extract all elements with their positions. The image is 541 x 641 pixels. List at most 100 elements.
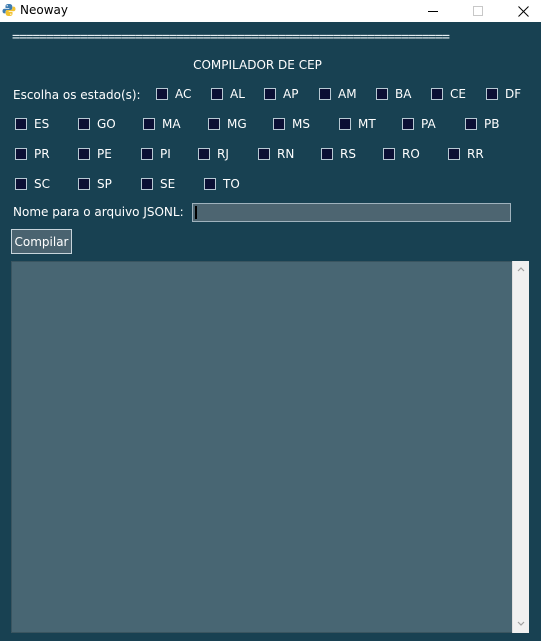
minimize-button[interactable]	[410, 0, 456, 22]
checkbox-box[interactable]	[78, 178, 90, 190]
scroll-up-icon[interactable]	[516, 264, 526, 274]
checkbox-label: RN	[277, 147, 295, 161]
checkbox-mg[interactable]: MG	[208, 116, 247, 132]
checkbox-ma[interactable]: MA	[143, 116, 181, 132]
checkbox-label: PB	[484, 117, 500, 131]
output-textarea[interactable]	[11, 261, 513, 633]
checkbox-label: AM	[338, 87, 357, 101]
filename-label: Nome para o arquivo JSONL:	[13, 205, 184, 219]
checkbox-label: PR	[34, 147, 50, 161]
states-label: Escolha os estado(s):	[13, 88, 141, 102]
checkbox-box[interactable]	[78, 118, 90, 130]
checkbox-pr[interactable]: PR	[15, 146, 50, 162]
checkbox-label: SE	[160, 177, 176, 191]
checkbox-box[interactable]	[273, 118, 285, 130]
checkbox-label: DF	[505, 87, 522, 101]
title-bar: Neoway	[0, 0, 541, 22]
checkbox-es[interactable]: ES	[15, 116, 49, 132]
checkbox-box[interactable]	[15, 178, 27, 190]
window-title: Neoway	[20, 3, 68, 17]
checkbox-ce[interactable]: CE	[431, 86, 466, 102]
checkbox-se[interactable]: SE	[141, 176, 175, 192]
checkbox-label: TO	[223, 177, 240, 191]
checkbox-box[interactable]	[258, 148, 270, 160]
checkbox-label: MA	[162, 117, 181, 131]
checkbox-pe[interactable]: PE	[78, 146, 112, 162]
checkbox-box[interactable]	[78, 148, 90, 160]
checkbox-label: BA	[395, 87, 412, 101]
checkbox-label: SP	[97, 177, 112, 191]
checkbox-label: MS	[292, 117, 310, 131]
checkbox-label: SC	[34, 177, 50, 191]
checkbox-ms[interactable]: MS	[273, 116, 310, 132]
checkbox-box[interactable]	[402, 118, 414, 130]
checkbox-label: RJ	[217, 147, 229, 161]
checkbox-pi[interactable]: PI	[141, 146, 171, 162]
checkbox-label: PI	[160, 147, 171, 161]
page-title: COMPILADOR DE CEP	[193, 58, 322, 72]
checkbox-box[interactable]	[204, 178, 216, 190]
checkbox-sp[interactable]: SP	[78, 176, 112, 192]
checkbox-box[interactable]	[376, 88, 388, 100]
minimize-icon	[428, 11, 438, 12]
filename-input[interactable]	[192, 203, 511, 222]
checkbox-pa[interactable]: PA	[402, 116, 436, 132]
python-icon	[2, 4, 16, 16]
checkbox-label: ES	[34, 117, 50, 131]
checkbox-ac[interactable]: AC	[156, 86, 191, 102]
checkbox-box[interactable]	[339, 118, 351, 130]
checkbox-box[interactable]	[141, 178, 153, 190]
checkbox-box[interactable]	[465, 118, 477, 130]
maximize-icon	[473, 6, 483, 16]
checkbox-box[interactable]	[211, 88, 223, 100]
checkbox-box[interactable]	[264, 88, 276, 100]
checkbox-label: GO	[97, 117, 116, 131]
checkbox-box[interactable]	[321, 148, 333, 160]
maximize-button[interactable]	[455, 0, 501, 22]
vertical-scrollbar[interactable]	[512, 261, 529, 633]
checkbox-box[interactable]	[431, 88, 443, 100]
checkbox-df[interactable]: DF	[486, 86, 521, 102]
checkbox-box[interactable]	[15, 118, 27, 130]
checkbox-box[interactable]	[319, 88, 331, 100]
checkbox-label: AL	[230, 87, 245, 101]
checkbox-box[interactable]	[15, 148, 27, 160]
checkbox-go[interactable]: GO	[78, 116, 116, 132]
separator-line: ========================================…	[12, 30, 450, 45]
checkbox-box[interactable]	[208, 118, 220, 130]
checkbox-mt[interactable]: MT	[339, 116, 376, 132]
checkbox-al[interactable]: AL	[211, 86, 245, 102]
checkbox-rj[interactable]: RJ	[198, 146, 229, 162]
checkbox-box[interactable]	[156, 88, 168, 100]
checkbox-label: MT	[358, 117, 376, 131]
checkbox-label: RO	[402, 147, 420, 161]
checkbox-label: RR	[467, 147, 484, 161]
checkbox-box[interactable]	[448, 148, 460, 160]
compile-button[interactable]: Compilar	[11, 229, 72, 254]
checkbox-rr[interactable]: RR	[448, 146, 484, 162]
checkbox-pb[interactable]: PB	[465, 116, 499, 132]
checkbox-label: PA	[421, 117, 436, 131]
checkbox-to[interactable]: TO	[204, 176, 240, 192]
close-button[interactable]	[500, 0, 541, 22]
checkbox-ro[interactable]: RO	[383, 146, 420, 162]
checkbox-rs[interactable]: RS	[321, 146, 356, 162]
checkbox-rn[interactable]: RN	[258, 146, 294, 162]
checkbox-sc[interactable]: SC	[15, 176, 50, 192]
checkbox-label: RS	[340, 147, 356, 161]
app-content: ========================================…	[0, 22, 541, 641]
scroll-down-icon[interactable]	[516, 619, 526, 629]
checkbox-box[interactable]	[141, 148, 153, 160]
checkbox-label: AP	[283, 87, 299, 101]
checkbox-ap[interactable]: AP	[264, 86, 298, 102]
close-icon	[517, 5, 529, 17]
checkbox-box[interactable]	[383, 148, 395, 160]
checkbox-box[interactable]	[486, 88, 498, 100]
checkbox-label: PE	[97, 147, 112, 161]
checkbox-label: AC	[175, 87, 192, 101]
checkbox-label: CE	[450, 87, 466, 101]
checkbox-box[interactable]	[143, 118, 155, 130]
checkbox-ba[interactable]: BA	[376, 86, 411, 102]
checkbox-box[interactable]	[198, 148, 210, 160]
checkbox-am[interactable]: AM	[319, 86, 357, 102]
